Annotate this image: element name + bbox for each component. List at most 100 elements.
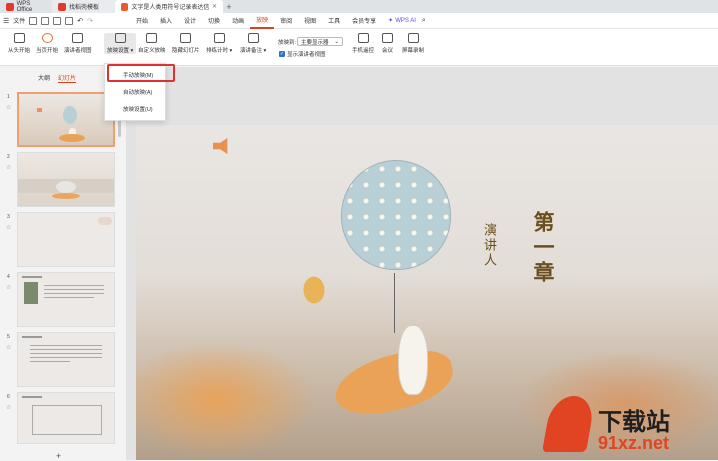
meeting-button[interactable]: 会议 bbox=[382, 33, 393, 54]
menu-design[interactable]: 设计 bbox=[178, 13, 202, 29]
slide-number: 4 bbox=[7, 274, 10, 280]
slide-number: 5 bbox=[7, 334, 10, 340]
slide-thumbnail[interactable] bbox=[17, 332, 115, 387]
export-icon[interactable] bbox=[65, 16, 74, 25]
watermark-url: 91xz.net bbox=[598, 433, 670, 453]
preview-icon[interactable] bbox=[41, 16, 50, 25]
new-tab-icon[interactable]: + bbox=[223, 2, 235, 12]
screen-record-button[interactable]: 屏幕录制 bbox=[402, 33, 424, 54]
slide-thumbnail[interactable] bbox=[17, 392, 115, 444]
search-icon[interactable]: ⌕ bbox=[422, 17, 426, 25]
star-icon: ☆ bbox=[6, 405, 12, 411]
slide-number: 3 bbox=[7, 214, 10, 220]
chapter-title[interactable]: 第一章 bbox=[528, 211, 558, 286]
tab-label: WPS Office bbox=[16, 0, 33, 13]
redo-icon[interactable]: ↷ bbox=[87, 17, 93, 25]
button-label: 当页开始 bbox=[36, 48, 59, 54]
slide-thumb-row: 5 ☆ bbox=[4, 332, 116, 388]
custom-show-icon bbox=[146, 33, 158, 43]
button-label: 排练计时 ▾ bbox=[206, 48, 233, 54]
show-settings-item[interactable]: 放映设置(U) bbox=[123, 105, 153, 113]
slide-thumb-row: 6 ☆ bbox=[4, 392, 116, 448]
menu-member[interactable]: 会员专享 bbox=[346, 13, 382, 29]
menu-bar: ☰ 文件 ↶ ↷ 开始 插入 设计 切换 动画 放映 审阅 视图 工具 会员专享… bbox=[0, 13, 718, 29]
display-label: 放映到: bbox=[278, 40, 297, 46]
undo-icon[interactable]: ↶ bbox=[77, 17, 83, 25]
tab-label: 找稻壳模板 bbox=[69, 5, 100, 11]
slide-thumbnail[interactable] bbox=[17, 152, 115, 207]
template-icon bbox=[58, 2, 66, 11]
save-icon[interactable] bbox=[29, 16, 38, 25]
custom-show-button[interactable]: 自定义放映 bbox=[138, 33, 166, 54]
slide-thumb-row: 2 ☆ bbox=[4, 152, 116, 208]
button-label: 自定义放映 bbox=[138, 48, 166, 54]
hide-slide-icon bbox=[180, 33, 192, 43]
from-start-button[interactable]: 从头开始 bbox=[8, 33, 30, 54]
slide-thumbnail[interactable] bbox=[17, 272, 115, 327]
slide-thumb-row: 3 ☆ bbox=[4, 212, 116, 268]
highlight-box bbox=[107, 64, 175, 82]
butterfly-image bbox=[298, 273, 330, 307]
wps-logo-icon bbox=[6, 2, 14, 11]
notes-icon bbox=[247, 33, 259, 43]
menu-home[interactable]: 开始 bbox=[130, 13, 154, 29]
menu-tools[interactable]: 工具 bbox=[322, 13, 346, 29]
button-label: 演讲备注 ▾ bbox=[240, 48, 267, 54]
presenter-view-checkbox[interactable]: ✓ 显示演讲者视图 bbox=[279, 50, 326, 58]
presenter-view-button[interactable]: 演讲者视图 bbox=[64, 33, 92, 54]
tab-outline[interactable]: 大纲 bbox=[38, 73, 50, 83]
slide-thumb-row: 1 ☆ bbox=[4, 92, 116, 148]
play-start-icon bbox=[13, 33, 25, 43]
slide-number: 2 bbox=[7, 154, 10, 160]
menu-view[interactable]: 视图 bbox=[298, 13, 322, 29]
from-current-button[interactable]: 当页开始 bbox=[36, 33, 58, 54]
menu-animation[interactable]: 动画 bbox=[226, 13, 250, 29]
phone-remote-button[interactable]: 手机遥控 bbox=[352, 33, 374, 54]
menu-review[interactable]: 审阅 bbox=[274, 13, 298, 29]
file-menu[interactable]: 文件 bbox=[13, 16, 25, 25]
record-icon bbox=[407, 33, 419, 43]
checkbox-label: 显示演讲者视图 bbox=[287, 52, 326, 58]
display-select[interactable]: 主要显示器 ⌄ bbox=[297, 37, 343, 46]
button-label: 从头开始 bbox=[8, 48, 31, 54]
rehearse-button[interactable]: 排练计时 ▾ bbox=[206, 33, 232, 54]
speaker-icon[interactable] bbox=[213, 138, 228, 154]
balloon-image bbox=[341, 160, 451, 270]
hamburger-icon[interactable]: ☰ bbox=[3, 17, 9, 25]
print-icon[interactable] bbox=[53, 16, 62, 25]
menu-transition[interactable]: 切换 bbox=[202, 13, 226, 29]
close-icon[interactable]: ✕ bbox=[212, 3, 217, 10]
timer-icon bbox=[213, 33, 225, 43]
menu-insert[interactable]: 插入 bbox=[154, 13, 178, 29]
title-bar: WPS Office 找稻壳模板 文字是人类用符号记录表达信息以... ✕ + bbox=[0, 0, 718, 13]
star-icon: ☆ bbox=[6, 345, 12, 351]
wps-ai-label: WPS AI bbox=[395, 17, 416, 24]
star-icon: ☆ bbox=[6, 105, 12, 111]
star-icon: ☆ bbox=[6, 165, 12, 171]
slide-thumb-row: 4 ☆ bbox=[4, 272, 116, 328]
notes-button[interactable]: 演讲备注 ▾ bbox=[240, 33, 266, 54]
tab-document[interactable]: 文字是人类用符号记录表达信息以... ✕ bbox=[115, 0, 223, 13]
ppt-icon bbox=[121, 2, 129, 11]
auto-show-item[interactable]: 自动放映(A) bbox=[123, 88, 152, 96]
tab-label: 文字是人类用符号记录表达信息以... bbox=[131, 5, 209, 11]
menu-slideshow[interactable]: 放映 bbox=[250, 13, 275, 29]
button-label: 手机遥控 bbox=[352, 48, 375, 54]
tab-template[interactable]: 找稻壳模板 bbox=[52, 0, 115, 13]
hide-slide-button[interactable]: 隐藏幻灯片 bbox=[172, 33, 200, 54]
slide-number: 6 bbox=[7, 394, 10, 400]
tab-wps-office[interactable]: WPS Office bbox=[0, 0, 52, 13]
slide-thumbnail[interactable] bbox=[17, 92, 115, 147]
star-icon: ☆ bbox=[6, 225, 12, 231]
speaker-text[interactable]: 演讲人 bbox=[479, 223, 498, 268]
check-icon: ✓ bbox=[279, 51, 285, 57]
wps-ai-button[interactable]: ✦ WPS AI bbox=[388, 17, 416, 25]
presenter-icon bbox=[72, 33, 84, 43]
display-value: 主要显示器 bbox=[301, 39, 329, 46]
phone-icon bbox=[357, 33, 369, 43]
button-label: 隐藏幻灯片 bbox=[172, 48, 200, 54]
button-label: 演讲者视图 bbox=[64, 48, 92, 54]
tab-slides[interactable]: 幻灯片 bbox=[58, 73, 77, 83]
slide-thumbnail[interactable] bbox=[17, 212, 115, 267]
slideshow-settings-button[interactable]: 放映设置 ▾ bbox=[104, 33, 137, 54]
